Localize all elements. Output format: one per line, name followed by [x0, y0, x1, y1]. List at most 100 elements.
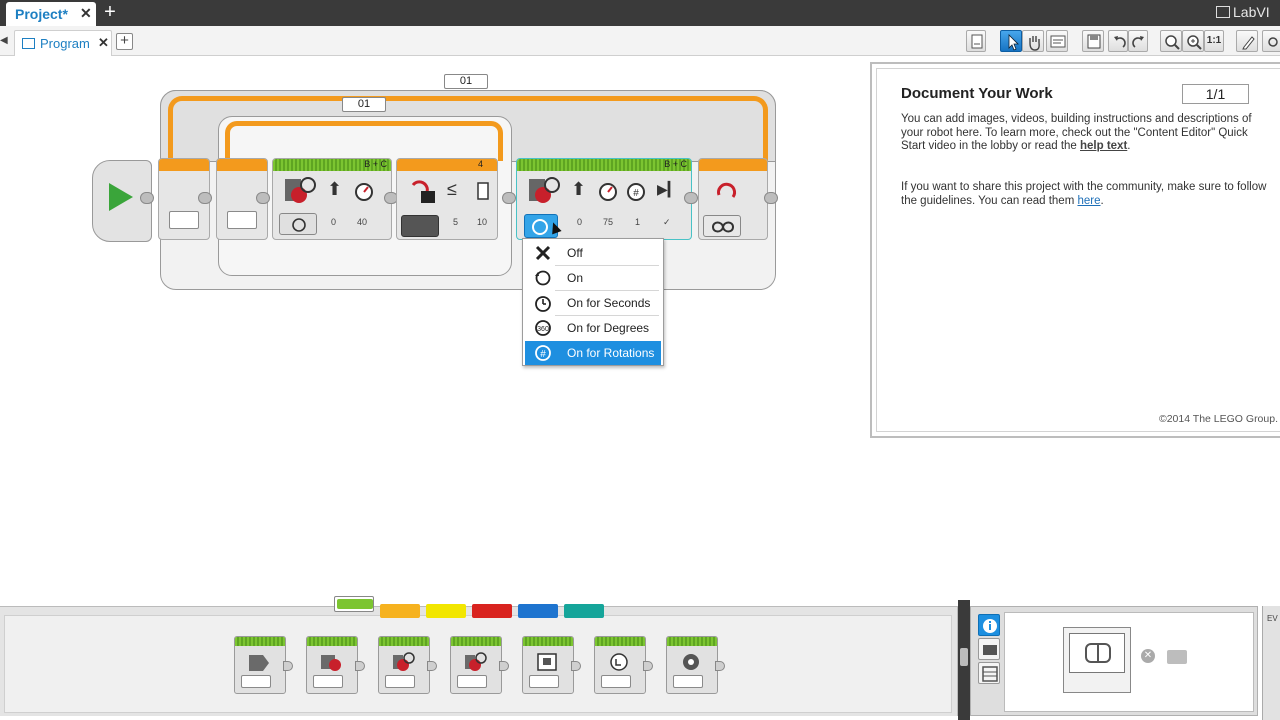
block1-value-1[interactable]: 40 [357, 217, 367, 227]
wait-param-0[interactable]: 5 [453, 217, 458, 227]
palette-block-move-tank[interactable] [450, 636, 509, 694]
move-steering-block-1[interactable]: B + C ⬆ 0 40 [272, 158, 392, 240]
rotations-icon: # [535, 345, 551, 361]
palette-tab-flow[interactable] [380, 604, 420, 618]
sequence-plug[interactable] [140, 192, 154, 204]
block2-value-1[interactable]: 75 [603, 217, 613, 227]
save-button[interactable] [1082, 30, 1104, 52]
collapse-arrow-icon[interactable]: ◀ [0, 35, 8, 47]
palette-block-medium-motor[interactable] [234, 636, 293, 694]
palette-tabs [330, 596, 610, 620]
palette-tab-data[interactable] [472, 604, 512, 618]
usb-plug-icon [1167, 650, 1187, 664]
doc-paragraph-1-text: You can add images, videos, building ins… [901, 113, 1252, 152]
doc-paragraph-1-end: . [1127, 140, 1131, 152]
wait-block[interactable]: 4 ≤ 5 10 [396, 158, 498, 240]
project-tab-label: Project* [15, 6, 68, 22]
brick-info-tab[interactable] [978, 614, 1000, 636]
sequence-plug[interactable] [764, 192, 778, 204]
help-text-link[interactable]: help text [1080, 140, 1127, 152]
rotations-icon: # [627, 183, 645, 201]
block1-ports[interactable]: B + C [364, 159, 387, 169]
outer-loop-name[interactable]: 01 [444, 74, 488, 89]
brake-icon: ▶▎ [657, 181, 679, 197]
menu-item-on-for-degrees[interactable]: 360 On for Degrees [525, 316, 661, 340]
palette-box [529, 675, 559, 688]
mode-selector[interactable] [279, 213, 317, 235]
loop-strip [699, 159, 767, 171]
undo-button[interactable] [1108, 30, 1128, 52]
available-bricks-tab[interactable] [978, 662, 1000, 684]
panel-divider[interactable] [958, 600, 970, 720]
add-program-button[interactable]: + [116, 33, 133, 50]
menu-item-on-for-seconds[interactable]: On for Seconds [525, 291, 661, 315]
pan-tool-button[interactable] [1022, 30, 1044, 52]
palette-block-display[interactable] [522, 636, 581, 694]
zoom-out-icon [1165, 35, 1180, 50]
zoom-reset-button[interactable]: 1:1 [1204, 30, 1224, 52]
sequence-plug[interactable] [684, 192, 698, 204]
palette-block-move-steering[interactable] [378, 636, 437, 694]
undo-icon [1114, 36, 1126, 48]
zoom-out-button[interactable] [1160, 30, 1182, 52]
expand-handle-icon[interactable] [960, 648, 968, 666]
pointer-icon [1008, 34, 1019, 51]
guidelines-link[interactable]: here [1077, 195, 1100, 207]
menu-item-on[interactable]: On [525, 266, 661, 290]
content-editor-toggle[interactable] [1236, 30, 1258, 52]
palette-strip [307, 637, 357, 646]
eye-icon [1268, 37, 1278, 47]
outer-loop-end[interactable] [698, 158, 768, 240]
select-tool-button[interactable] [1000, 30, 1022, 52]
content-editor-button[interactable] [966, 30, 986, 52]
palette-block-large-motor[interactable] [306, 636, 365, 694]
doc-title: Document Your Work [901, 85, 1053, 102]
inner-loop-name[interactable]: 01 [342, 97, 386, 112]
close-program-icon[interactable]: ✕ [98, 35, 109, 51]
menu-item-off[interactable]: Off [525, 241, 661, 265]
palette-tab-action[interactable] [334, 596, 374, 612]
zoom-in-button[interactable] [1182, 30, 1204, 52]
palette-tab-advanced[interactable] [518, 604, 558, 618]
palette-plug [499, 661, 509, 671]
program-tab[interactable]: Program ✕ [14, 30, 112, 56]
block2-value-0[interactable]: 0 [577, 217, 582, 227]
sequence-plug[interactable] [198, 192, 212, 204]
sequence-plug[interactable] [256, 192, 270, 204]
palette-block-brick-light[interactable] [666, 636, 725, 694]
comment-tool-button[interactable] [1046, 30, 1068, 52]
palette-plug [571, 661, 581, 671]
project-tab[interactable]: Project* ✕ [6, 2, 96, 26]
loop-mode-selector[interactable] [703, 215, 741, 237]
palette-box [241, 675, 271, 688]
palette-strip [523, 637, 573, 646]
block2-ports[interactable]: B + C [664, 159, 687, 169]
add-project-button[interactable]: + [100, 2, 120, 23]
wait-mode-selector[interactable] [401, 215, 439, 237]
palette-block-sound[interactable] [594, 636, 653, 694]
close-project-icon[interactable]: ✕ [80, 5, 92, 22]
doc-paragraph-1: You can add images, videos, building ins… [901, 113, 1271, 154]
loop-start-box [169, 211, 199, 229]
hand-icon [1029, 36, 1040, 51]
block2-value-2[interactable]: 1 [635, 217, 640, 227]
doc-page-indicator[interactable]: 1/1 [1182, 84, 1249, 104]
ports-icon [983, 645, 997, 655]
sequence-plug[interactable] [502, 192, 516, 204]
content-editor-panel: Document Your Work 1/1 You can add image… [870, 62, 1280, 438]
redo-button[interactable] [1128, 30, 1148, 52]
move-tank-icon [465, 652, 487, 671]
copyright: ©2014 The LEGO Group. [1158, 413, 1278, 425]
wait-param-1[interactable]: 10 [477, 217, 487, 227]
device-icon [477, 182, 489, 200]
port-view-tab[interactable] [978, 638, 1000, 660]
palette-tab-myblocks[interactable] [564, 604, 604, 618]
wait-port[interactable]: 4 [478, 159, 483, 169]
hardware-page-toggle[interactable] [1262, 30, 1280, 52]
large-motor-icon [321, 655, 341, 671]
block2-value-3[interactable]: ✓ [663, 217, 671, 228]
block1-value-0[interactable]: 0 [331, 217, 336, 227]
menu-item-on-for-rotations[interactable]: # On for Rotations [525, 341, 661, 365]
palette-tab-sensor[interactable] [426, 604, 466, 618]
disconnected-icon: ✕ [1141, 649, 1155, 663]
